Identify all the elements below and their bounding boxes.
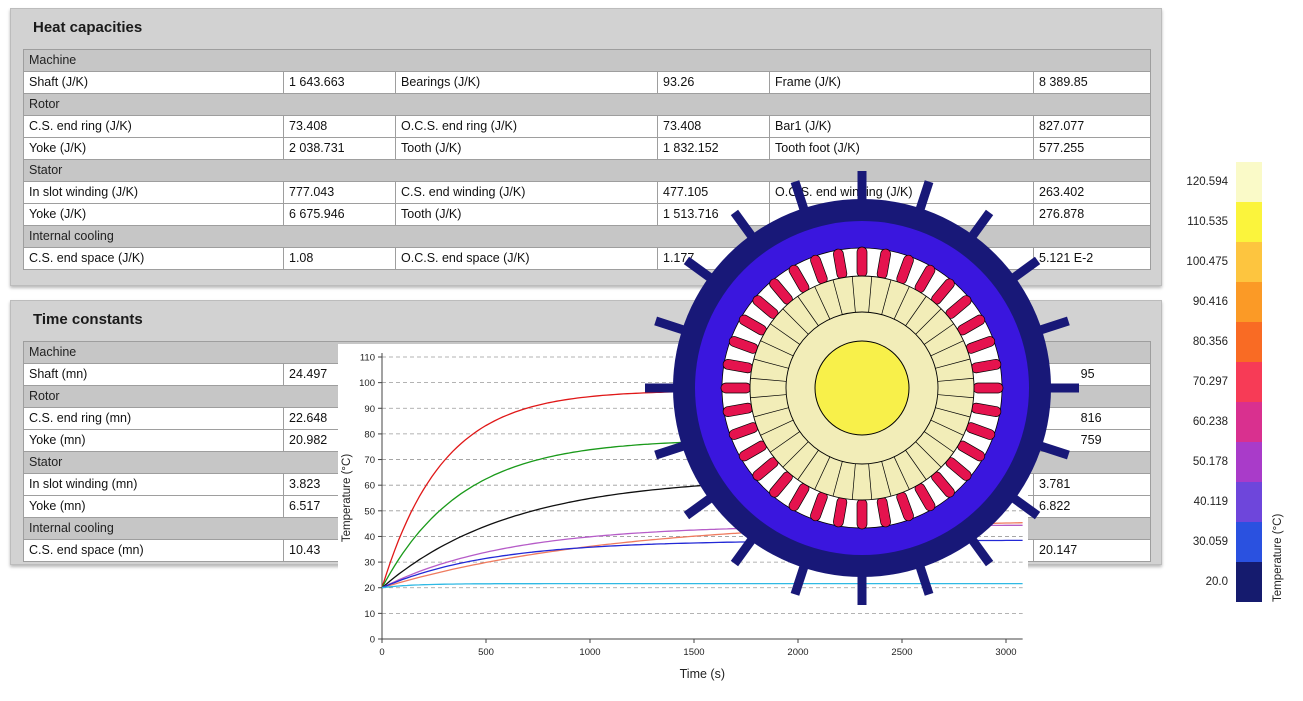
section-row: Machine xyxy=(24,50,1151,72)
value-cell: 6 675.946 xyxy=(284,204,396,226)
colorbar-segment xyxy=(1236,482,1262,522)
y-tick-label: 70 xyxy=(364,455,375,466)
colorbar-tick-label: 90.416 xyxy=(1178,282,1236,322)
slot-winding xyxy=(857,499,867,529)
value-cell: 2 038.731 xyxy=(284,138,396,160)
y-tick-label: 0 xyxy=(370,635,375,646)
value-cell: 73.408 xyxy=(284,116,396,138)
label-cell: Yoke (mn) xyxy=(24,496,284,518)
slot-winding xyxy=(721,383,751,393)
label-cell: O.C.S. end space (J/K) xyxy=(396,248,658,270)
label-cell: In slot winding (J/K) xyxy=(24,182,284,204)
label-cell: C.S. end ring (J/K) xyxy=(24,116,284,138)
colorbar-segment xyxy=(1236,402,1262,442)
value-cell: 1 832.152 xyxy=(658,138,770,160)
colorbar-segment xyxy=(1236,202,1262,242)
colorbar-segment xyxy=(1236,442,1262,482)
motor-canvas xyxy=(642,168,1082,608)
colorbar-tick-labels: 120.594110.535100.47590.41680.35670.2976… xyxy=(1178,162,1236,602)
shaft xyxy=(815,341,909,435)
colorbar-tick-label: 120.594 xyxy=(1178,162,1236,202)
table-row: Shaft (J/K)1 643.663Bearings (J/K)93.26F… xyxy=(24,72,1151,94)
label-cell: Tooth (J/K) xyxy=(396,204,658,226)
label-cell: Tooth foot (J/K) xyxy=(770,138,1034,160)
y-tick-label: 100 xyxy=(359,378,375,389)
x-tick-label: 1000 xyxy=(579,647,600,658)
value-cell: 777.043 xyxy=(284,182,396,204)
label-cell: Yoke (mn) xyxy=(24,430,284,452)
label-cell: C.S. end winding (J/K) xyxy=(396,182,658,204)
colorbar-tick-label: 70.297 xyxy=(1178,362,1236,402)
value-cell: 8 389.85 xyxy=(1034,72,1151,94)
section-label: Rotor xyxy=(24,94,1151,116)
value-cell: 73.408 xyxy=(658,116,770,138)
y-tick-label: 40 xyxy=(364,532,375,543)
colorbar-tick-label: 110.535 xyxy=(1178,202,1236,242)
colorbar-gradient xyxy=(1236,162,1262,602)
x-tick-label: 2000 xyxy=(787,647,808,658)
y-tick-label: 60 xyxy=(364,481,375,492)
label-cell: Bar1 (J/K) xyxy=(770,116,1034,138)
temperature-colorbar: 120.594110.535100.47590.41680.35670.2976… xyxy=(1178,162,1284,602)
colorbar-segment xyxy=(1236,322,1262,362)
app-window: Heat capacities MachineShaft (J/K)1 643.… xyxy=(0,0,1303,701)
y-tick-label: 20 xyxy=(364,583,375,594)
y-tick-label: 110 xyxy=(360,353,375,364)
label-cell: C.S. end ring (mn) xyxy=(24,408,284,430)
label-cell: Shaft (mn) xyxy=(24,364,284,386)
colorbar-segment xyxy=(1236,282,1262,322)
table-row: C.S. end ring (J/K)73.408O.C.S. end ring… xyxy=(24,116,1151,138)
heat-capacities-title: Heat capacities xyxy=(11,9,1161,36)
colorbar-tick-label: 40.119 xyxy=(1178,482,1236,522)
label-cell: C.S. end space (J/K) xyxy=(24,248,284,270)
y-tick-label: 10 xyxy=(364,609,375,620)
y-axis-title: Temperature (°C) xyxy=(341,454,353,542)
value-cell: 827.077 xyxy=(1034,116,1151,138)
label-cell: Tooth (J/K) xyxy=(396,138,658,160)
label-cell: Frame (J/K) xyxy=(770,72,1034,94)
colorbar-segment xyxy=(1236,162,1262,202)
colorbar-tick-label: 80.356 xyxy=(1178,322,1236,362)
label-cell: C.S. end space (mn) xyxy=(24,540,284,562)
y-tick-label: 90 xyxy=(364,404,375,415)
value-cell: 93.26 xyxy=(658,72,770,94)
colorbar-title: Temperature (°C) xyxy=(1272,162,1284,602)
x-axis-title: Time (s) xyxy=(680,667,725,681)
colorbar-segment xyxy=(1236,562,1262,602)
label-cell: Shaft (J/K) xyxy=(24,72,284,94)
x-tick-label: 1500 xyxy=(683,647,704,658)
x-tick-label: 500 xyxy=(478,647,494,658)
colorbar-tick-label: 50.178 xyxy=(1178,442,1236,482)
x-tick-label: 2500 xyxy=(891,647,912,658)
label-cell: Bearings (J/K) xyxy=(396,72,658,94)
colorbar-segment xyxy=(1236,242,1262,282)
value-cell: 1.08 xyxy=(284,248,396,270)
slot-winding xyxy=(973,383,1003,393)
motor-cross-section-diagram xyxy=(642,168,1082,608)
value-cell: 577.255 xyxy=(1034,138,1151,160)
label-cell: In slot winding (mn) xyxy=(24,474,284,496)
colorbar-tick-label: 60.238 xyxy=(1178,402,1236,442)
y-tick-label: 30 xyxy=(364,558,375,569)
colorbar-segment xyxy=(1236,522,1262,562)
colorbar-tick-label: 100.475 xyxy=(1178,242,1236,282)
slot-winding xyxy=(857,247,867,277)
label-cell: Yoke (J/K) xyxy=(24,204,284,226)
x-tick-label: 3000 xyxy=(995,647,1016,658)
colorbar-tick-label: 20.0 xyxy=(1178,562,1236,602)
section-label: Machine xyxy=(24,50,1151,72)
colorbar-segment xyxy=(1236,362,1262,402)
table-row: Yoke (J/K)2 038.731Tooth (J/K)1 832.152T… xyxy=(24,138,1151,160)
y-tick-label: 80 xyxy=(364,429,375,440)
value-cell: 1 643.663 xyxy=(284,72,396,94)
y-tick-label: 50 xyxy=(364,506,375,517)
colorbar-tick-label: 30.059 xyxy=(1178,522,1236,562)
x-tick-label: 0 xyxy=(379,647,384,658)
section-row: Rotor xyxy=(24,94,1151,116)
label-cell: O.C.S. end ring (J/K) xyxy=(396,116,658,138)
label-cell: Yoke (J/K) xyxy=(24,138,284,160)
